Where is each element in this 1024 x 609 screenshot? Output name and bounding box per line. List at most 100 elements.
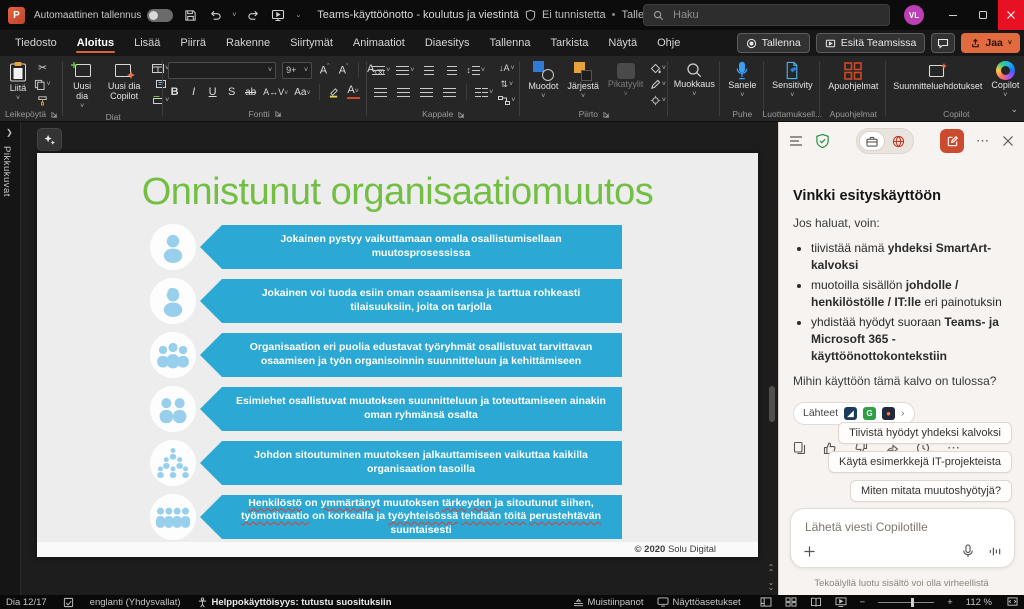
arrow-banner[interactable]: Organisaation eri puolia edustavat työry… [200,333,622,377]
search-box[interactable] [643,4,890,26]
tab-nayta[interactable]: Näytä [599,32,646,54]
tab-tarkista[interactable]: Tarkista [541,32,597,54]
web-mode-button[interactable] [885,131,911,151]
format-painter-button[interactable] [34,93,51,107]
copy-button[interactable]: ˅ [34,77,51,91]
zoom-slider[interactable] [878,602,934,603]
copilot-button[interactable]: Copilot ˅ [988,59,1022,101]
slide-sorter-icon[interactable] [785,597,797,607]
notes-button[interactable]: Muistiinpanot [573,597,644,608]
change-case-button[interactable]: Aa˅ [294,87,310,98]
decrease-font-icon[interactable]: Aˇ [337,64,350,77]
dialog-launcher-icon[interactable] [458,111,465,118]
tab-aloitus[interactable]: Aloitus [68,32,123,54]
align-center-button[interactable] [395,85,412,99]
save-icon[interactable] [182,7,198,23]
next-slide-button[interactable]: ⌄⌄ [768,580,775,591]
voice-mode-icon[interactable] [988,545,1002,558]
arrow-banner[interactable]: Henkilöstö on ymmärtänyt muutoksen tärke… [200,495,622,539]
avatar[interactable]: VL [904,5,924,25]
strikethrough-button[interactable]: ab [244,87,257,98]
autosave-toggle[interactable]: Automaattinen tallennus [34,9,173,22]
display-settings-button[interactable]: Näyttöasetukset [657,597,741,608]
highlight-color-button[interactable] [328,87,341,98]
fit-to-window-icon[interactable] [1007,597,1018,607]
paste-button[interactable]: Liitä ˅ [5,59,31,104]
convert-smartart-button[interactable]: ˅ [498,93,515,107]
slideshow-view-icon[interactable] [835,597,847,607]
minimize-button[interactable] [938,0,968,30]
arrow-banner[interactable]: Jokainen voi tuoda esiin oman osaamisens… [200,279,622,323]
undo-dropdown-icon[interactable]: ˅ [232,12,236,19]
arrow-banner[interactable]: Johdon sitoutuminen muutoksen jalkauttam… [200,441,622,485]
line-spacing-button[interactable]: ↕˅ [466,63,485,77]
justify-button[interactable] [441,85,458,99]
editor-scrollbar[interactable] [768,124,776,545]
bullets-button[interactable]: ˅ [372,63,390,77]
tab-animaatiot[interactable]: Animaatiot [344,32,414,54]
slide-title[interactable]: Onnistunut organisaatiomuutos [37,171,758,214]
collapse-ribbon-icon[interactable]: ⌄ [1010,104,1018,115]
addins-button[interactable]: Apuohjelmat [825,59,881,94]
comments-button[interactable] [931,33,955,53]
shape-effects-button[interactable]: ˅ [649,93,666,107]
arrow-banner[interactable]: Esimiehet osallistuvat muutoksen suunnit… [200,387,622,431]
align-left-button[interactable] [372,85,389,99]
expand-thumbnails-icon[interactable]: ❯ [6,128,13,137]
dialog-launcher-icon[interactable] [275,110,282,117]
new-chat-button[interactable] [940,129,964,153]
slide-canvas[interactable]: Onnistunut organisaatiomuutos Jokainen p… [37,153,758,557]
increase-font-icon[interactable]: Aˆ [318,64,331,77]
save-chip-button[interactable]: Tallenna [737,33,810,53]
text-direction-button[interactable]: ↓A˅ [498,61,515,75]
close-panel-icon[interactable] [1002,135,1014,147]
add-attachment-icon[interactable] [803,545,816,558]
shapes-button[interactable]: Muodot ˅ [525,59,561,102]
slide-row[interactable]: Henkilöstö on ymmärtänyt muutoksen tärke… [37,493,758,541]
slide-row[interactable]: Jokainen voi tuoda esiin oman osaamisens… [37,277,758,325]
copilot-input[interactable] [803,519,1002,535]
font-size-select[interactable]: 9+˅ [282,62,312,79]
zoom-out-button[interactable]: − [860,597,866,608]
editing-button[interactable]: Muokkaus ˅ [671,59,718,100]
align-text-button[interactable]: ⇅˅ [498,77,515,91]
numbering-button[interactable]: ˅ [396,63,414,77]
dialog-launcher-icon[interactable] [51,111,58,118]
tab-siirtymat[interactable]: Siirtymät [281,32,342,54]
slide-row[interactable]: Organisaation eri puolia edustavat työry… [37,331,758,379]
language-indicator[interactable]: englanti (Yhdysvallat) [90,597,181,608]
undo-icon[interactable] [207,7,223,23]
new-slide-button[interactable]: Uusi dia ˅ [68,59,96,112]
menu-icon[interactable] [789,135,803,147]
copy-response-icon[interactable] [793,441,806,455]
shape-outline-button[interactable]: ˅ [649,77,666,91]
increase-indent-button[interactable] [443,63,460,77]
align-right-button[interactable] [418,85,435,99]
voice-input-icon[interactable] [962,544,974,559]
present-in-teams-button[interactable]: Esitä Teamsissa [816,33,926,53]
dialog-launcher-icon[interactable] [603,111,610,118]
tab-lisaa[interactable]: Lisää [125,32,169,54]
suggestion-chip[interactable]: Miten mitata muutoshyötyjä? [850,480,1012,502]
italic-button[interactable]: I [187,86,200,98]
columns-button[interactable]: ˅ [475,85,493,99]
underline-button[interactable]: U [206,86,219,98]
present-from-beginning-icon[interactable] [270,7,286,23]
font-color-button[interactable]: A˅ [347,85,360,99]
arrow-banner[interactable]: Jokainen pystyy vaikuttamaan omalla osal… [200,225,622,269]
slide-indicator[interactable]: Dia 12/17 [6,597,47,608]
copilot-input-card[interactable] [790,508,1015,568]
arrange-button[interactable]: Järjestä ˅ [564,59,602,102]
decrease-indent-button[interactable] [420,63,437,77]
tab-tallenna[interactable]: Tallenna [480,32,539,54]
cut-button[interactable]: ✂ [34,61,51,75]
close-button[interactable] [998,0,1024,30]
suggestion-chip[interactable]: Tiivistä hyödyt yhdeksi kalvoksi [838,422,1012,444]
shadow-button[interactable]: S [225,86,238,98]
reading-view-icon[interactable] [810,597,822,607]
thumbnail-strip[interactable]: ❯ Pikkukuvat [0,122,21,595]
quick-styles-button[interactable]: Pikatyylit ˅ [605,59,647,100]
tab-ohje[interactable]: Ohje [648,32,689,54]
slide-row[interactable]: Esimiehet osallistuvat muutoksen suunnit… [37,385,758,433]
character-spacing-button[interactable]: A↔V˅ [263,87,288,97]
